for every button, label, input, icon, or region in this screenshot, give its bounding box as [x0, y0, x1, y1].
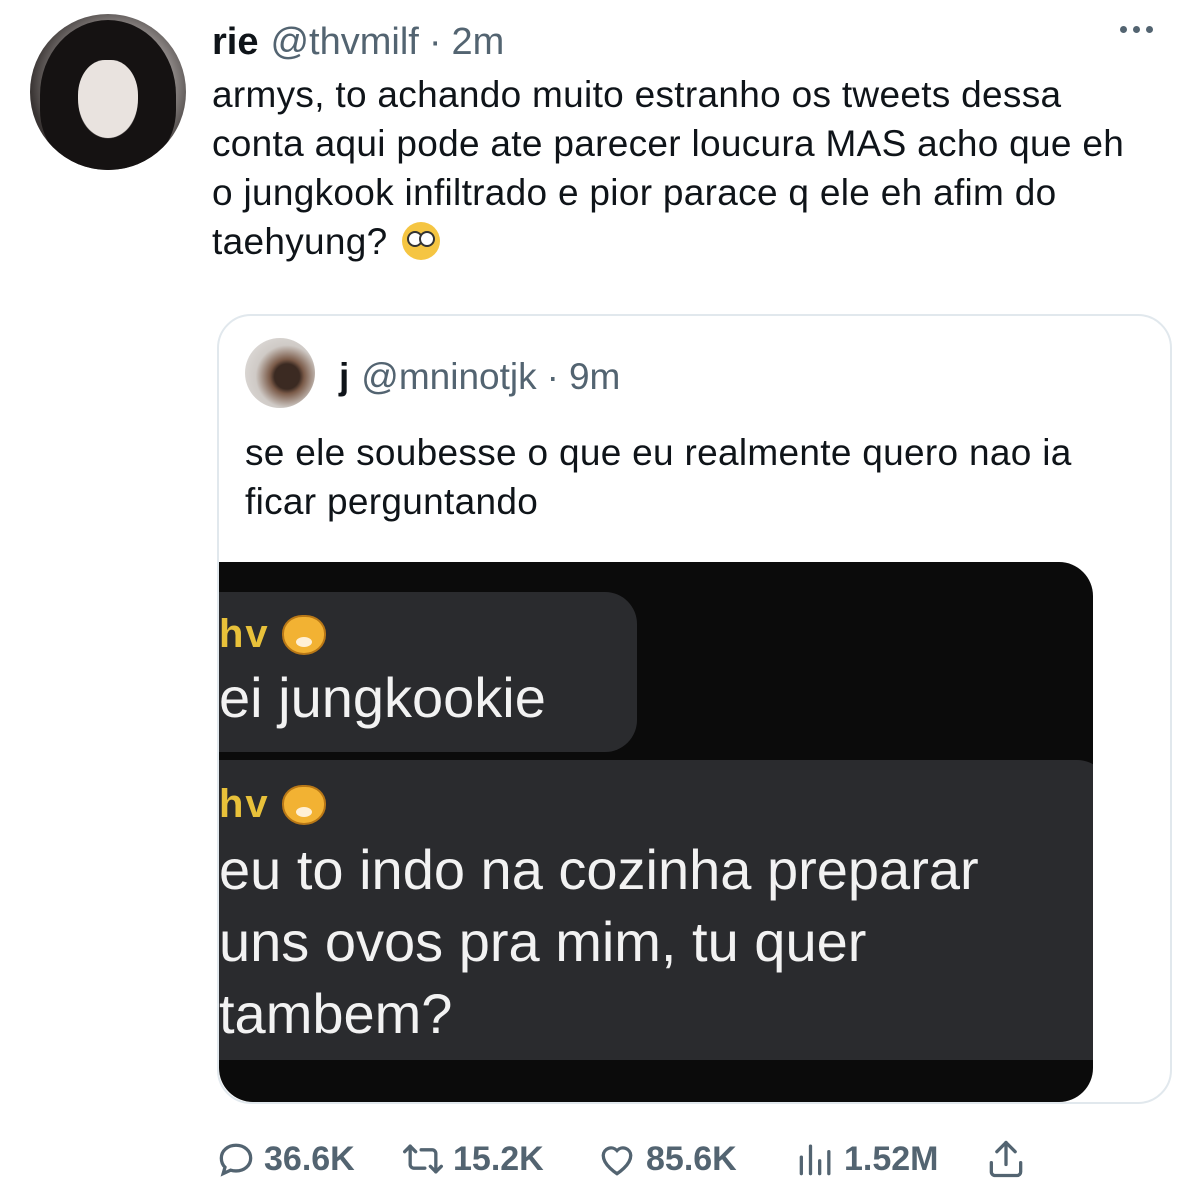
avatar[interactable]	[30, 14, 186, 170]
tweet-text-content: armys, to achando muito estranho os twee…	[212, 74, 1125, 262]
chat-sender: hv	[219, 612, 326, 657]
quote-header: j @mninotjk · 9m	[339, 354, 620, 400]
like-count: 85.6K	[646, 1139, 737, 1178]
retweet-button[interactable]: 15.2K	[399, 1137, 594, 1181]
chat-message-line: eu to indo na cozinha preparar	[219, 838, 979, 901]
quote-handle: @mninotjk	[361, 356, 537, 397]
quote-timestamp: 9m	[568, 356, 621, 397]
quoted-tweet[interactable]: j @mninotjk · 9m se ele soubesse o que e…	[217, 314, 1172, 1104]
retweet-icon	[403, 1144, 443, 1174]
quote-text: se ele soubesse o que eu realmente quero…	[245, 432, 1072, 522]
tweet-header: rie @thvmilf · 2m	[212, 18, 1139, 66]
quote-separator: ·	[546, 356, 559, 397]
chat-sender: hv	[219, 782, 326, 827]
chat-message: eu to indo na cozinha preparar uns ovos …	[219, 834, 979, 1050]
heart-icon	[601, 1146, 633, 1176]
chat-sender-name: hv	[219, 612, 270, 656]
chat-message-line: tambem?	[219, 982, 453, 1045]
display-name[interactable]: rie	[212, 21, 258, 64]
chat-message: ei jungkookie	[219, 666, 546, 729]
tiger-icon	[281, 785, 326, 825]
tiger-icon	[281, 615, 326, 655]
timestamp[interactable]: 2m	[452, 21, 505, 64]
share-button[interactable]	[984, 1137, 1028, 1181]
retweet-count: 15.2K	[453, 1139, 544, 1178]
action-bar: 36.6K 15.2K 85.6K 1.52M	[214, 1134, 1028, 1184]
analytics-icon	[799, 1144, 831, 1176]
tweet: rie @thvmilf · 2m armys, to achando muit…	[0, 0, 1179, 1187]
views-button[interactable]: 1.52M	[794, 1137, 984, 1181]
quote-avatar[interactable]	[245, 338, 315, 408]
reply-button[interactable]: 36.6K	[214, 1137, 399, 1181]
separator: ·	[428, 20, 442, 63]
more-options-icon[interactable]	[1120, 26, 1153, 33]
like-button[interactable]: 85.6K	[594, 1137, 794, 1181]
view-count: 1.52M	[844, 1139, 939, 1178]
flushed-face-emoji	[402, 222, 441, 260]
reply-icon	[219, 1143, 253, 1177]
handle[interactable]: @thvmilf	[270, 21, 418, 64]
reply-count: 36.6K	[264, 1139, 355, 1178]
quote-display-name: j	[339, 356, 350, 397]
share-icon	[989, 1140, 1023, 1178]
chat-message-line: uns ovos pra mim, tu quer	[219, 910, 867, 973]
chat-sender-name: hv	[219, 782, 270, 826]
tweet-text: armys, to achando muito estranho os twee…	[212, 70, 1152, 266]
quote-media-image[interactable]: hv ei jungkookie hv eu to indo na cozinh…	[219, 562, 1093, 1102]
avatar-face	[78, 60, 138, 138]
